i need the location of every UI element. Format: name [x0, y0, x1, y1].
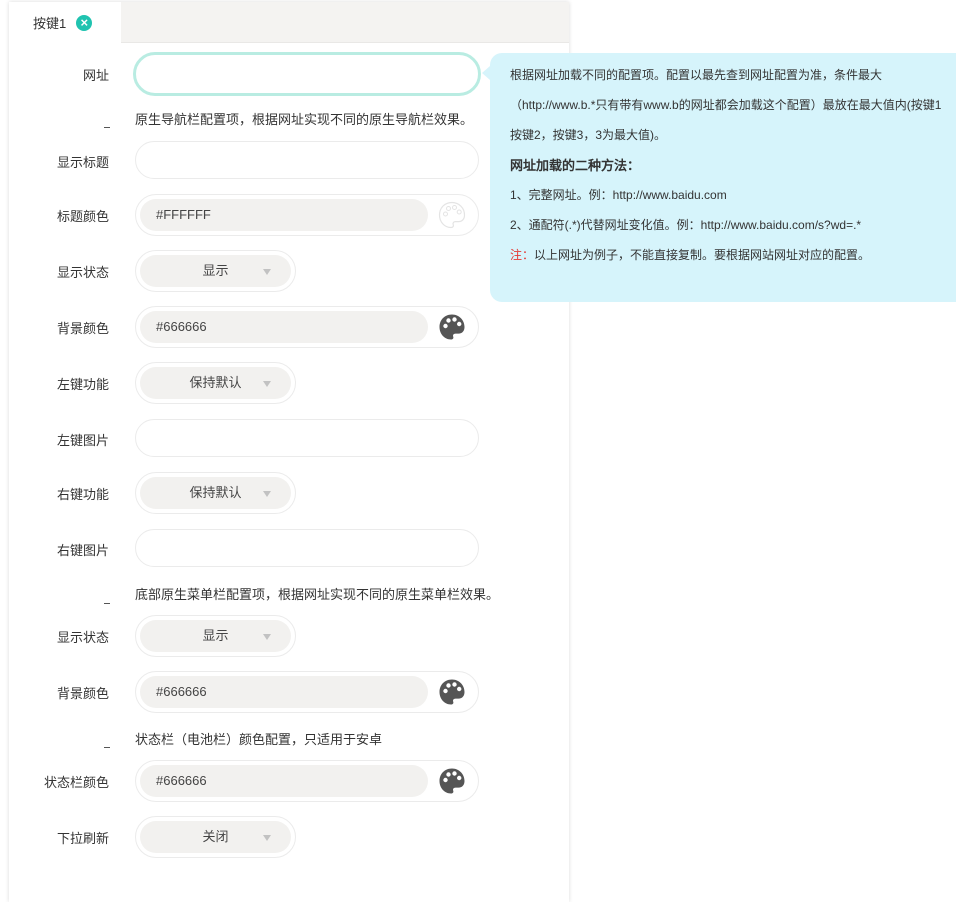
- nav-bg-color-field: #666666: [135, 306, 479, 348]
- pull-refresh-select[interactable]: 关闭: [135, 816, 296, 858]
- title-color-label: 标题颜色: [56, 209, 109, 224]
- tooltip-line-3: 按键2，按键3，3为最大值)。: [510, 128, 667, 142]
- bottom-show-state-label: 显示状态: [56, 630, 109, 645]
- title-color-input[interactable]: #FFFFFF: [140, 199, 428, 231]
- left-fn-select[interactable]: 保持默认: [135, 362, 296, 404]
- close-circle-icon[interactable]: ×: [76, 14, 93, 31]
- section-dash: [104, 603, 110, 604]
- nav-bg-color-input[interactable]: #666666: [140, 311, 428, 343]
- caret-down-icon: [263, 381, 271, 387]
- tab-button-1[interactable]: 按键1 ×: [9, 2, 121, 43]
- url-input[interactable]: [133, 52, 481, 96]
- bottom-bg-color-input[interactable]: #666666: [140, 676, 428, 708]
- right-fn-label: 右键功能: [56, 487, 109, 502]
- tooltip-note-text: 以上网址为例子，不能直接复制。要根据网站网址对应的配置。: [534, 248, 871, 262]
- bottom-bg-color-label: 背景颜色: [56, 686, 109, 701]
- show-title-label: 显示标题: [56, 155, 109, 170]
- tooltip-heading: 网址加载的二种方法：: [510, 158, 641, 173]
- tooltip-line-2: （http://www.b.*只有带有www.b的网址都会加载这个配置）最放在最…: [510, 98, 942, 112]
- palette-icon[interactable]: [438, 201, 466, 229]
- tooltip-item-1: 1、完整网址。例：http://www.baidu.com: [510, 188, 727, 202]
- palette-icon[interactable]: [438, 313, 466, 341]
- tab-label: 按键1: [33, 16, 67, 31]
- tooltip-item-2: 2、通配符(.*)代替网址变化值。例：http://www.baidu.com/…: [510, 218, 862, 232]
- right-img-label: 右键图片: [56, 543, 109, 558]
- tooltip-note: 注：以上网址为例子，不能直接复制。要根据网站网址对应的配置。: [510, 246, 870, 263]
- tooltip-line-1: 根据网址加载不同的配置项。配置以最先查到网址配置为准，条件最大: [510, 68, 883, 82]
- nav-bg-color-label: 背景颜色: [56, 321, 109, 336]
- palette-icon[interactable]: [438, 767, 466, 795]
- caret-down-icon: [263, 835, 271, 841]
- url-label: 网址: [82, 68, 109, 83]
- section-dash: [104, 127, 110, 128]
- right-fn-select[interactable]: 保持默认: [135, 472, 296, 514]
- caret-down-icon: [263, 269, 271, 275]
- bottom-show-state-select[interactable]: 显示: [135, 615, 296, 657]
- nav-show-state-label: 显示状态: [56, 265, 109, 280]
- tooltip-arrow: [482, 66, 490, 80]
- left-fn-label: 左键功能: [56, 377, 109, 392]
- config-panel: 按键1 × 网址 原生导航栏配置项，根据网址实现不同的原生导航栏效果。 显示标题…: [9, 2, 569, 902]
- palette-icon[interactable]: [438, 678, 466, 706]
- status-bar-section-title: 状态栏（电池栏）颜色配置，只适用于安卓: [135, 732, 383, 747]
- left-img-input[interactable]: [135, 419, 479, 457]
- caret-down-icon: [263, 634, 271, 640]
- section-dash: [104, 747, 110, 748]
- title-color-field: #FFFFFF: [135, 194, 479, 236]
- bottom-menu-section-title: 底部原生菜单栏配置项，根据网址实现不同的原生菜单栏效果。: [135, 587, 500, 602]
- status-bar-color-input[interactable]: #666666: [140, 765, 428, 797]
- bottom-bg-color-field: #666666: [135, 671, 479, 713]
- left-img-label: 左键图片: [56, 433, 109, 448]
- status-bar-color-field: #666666: [135, 760, 479, 802]
- pull-refresh-label: 下拉刷新: [56, 831, 109, 846]
- right-img-input[interactable]: [135, 529, 479, 567]
- nav-section-title: 原生导航栏配置项，根据网址实现不同的原生导航栏效果。: [135, 112, 474, 127]
- status-bar-color-label: 状态栏颜色: [43, 775, 109, 790]
- show-title-input[interactable]: [135, 141, 479, 179]
- tab-bar: 按键1 ×: [9, 2, 569, 43]
- url-help-tooltip: 根据网址加载不同的配置项。配置以最先查到网址配置为准，条件最大 （http://…: [490, 53, 956, 302]
- nav-show-state-select[interactable]: 显示: [135, 250, 296, 292]
- tooltip-note-prefix: 注：: [510, 248, 535, 262]
- caret-down-icon: [263, 491, 271, 497]
